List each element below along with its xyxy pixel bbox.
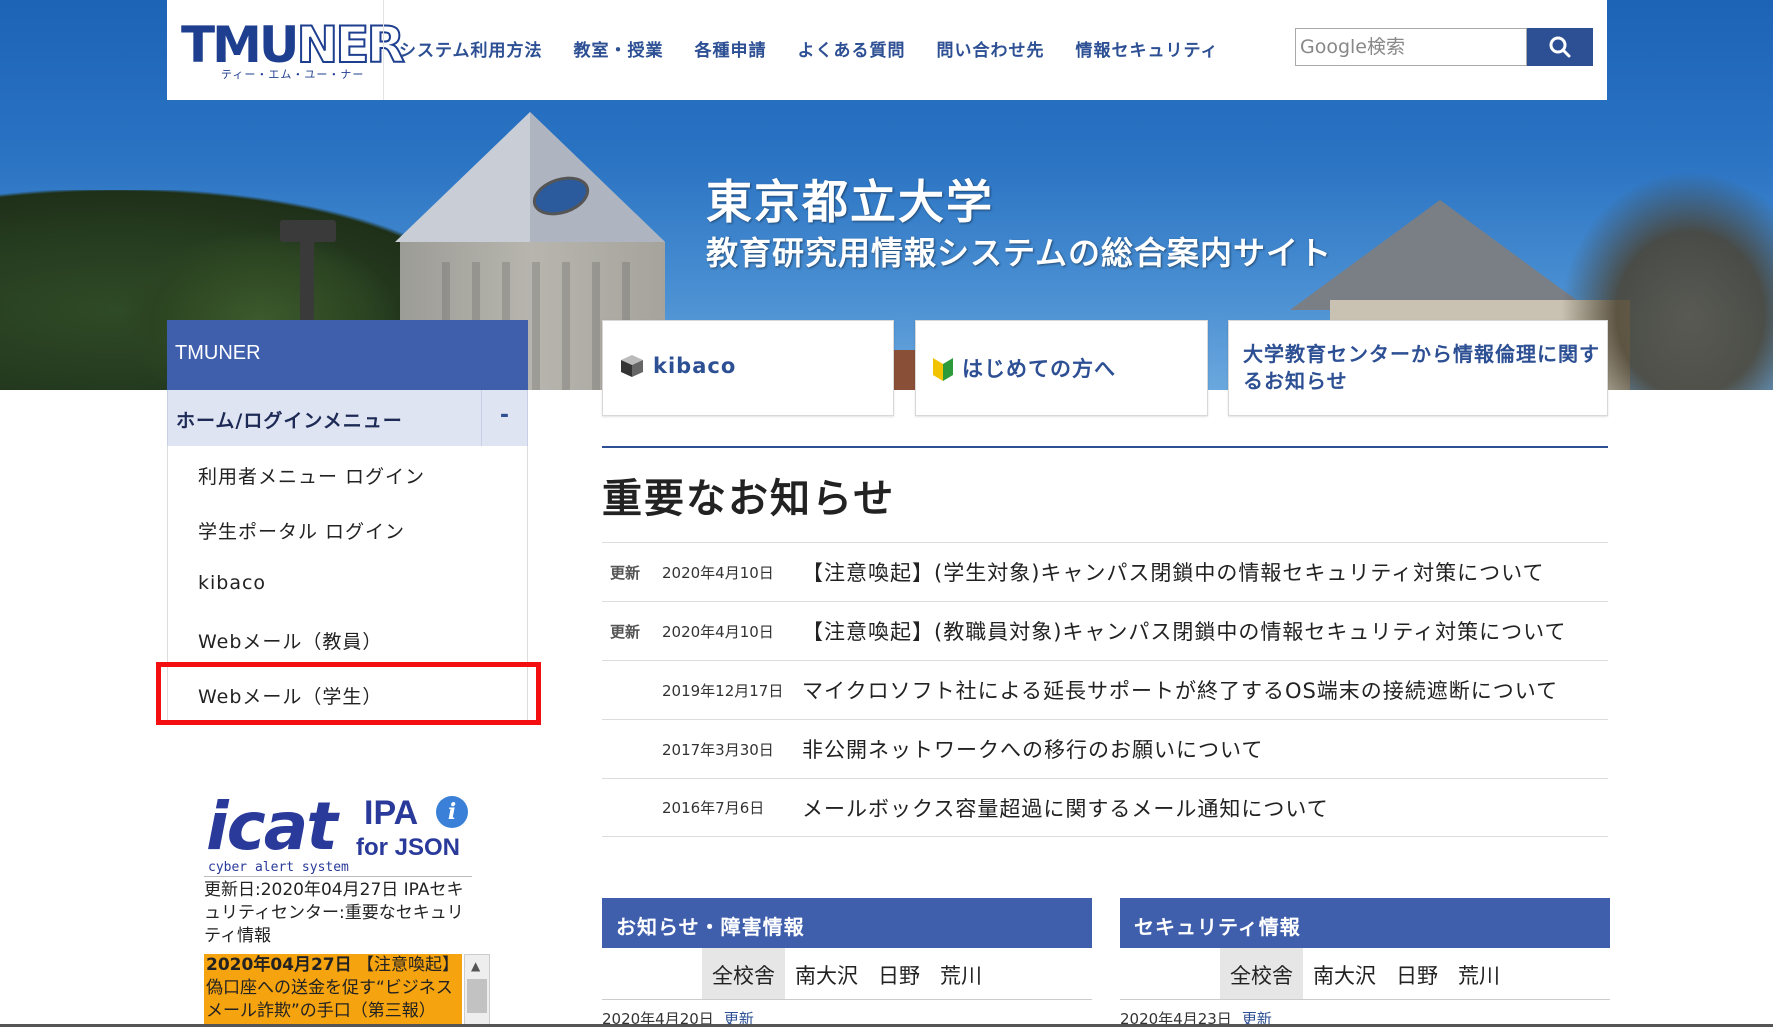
notice-date: 2016年7月6日 [662, 799, 765, 817]
card-kibaco[interactable]: kibaco [602, 320, 894, 416]
icat-logo-ipa: IPA [364, 794, 419, 832]
campus-tabs: 全校舎 南大沢 日野 荒川 [1120, 948, 1610, 1000]
panel-first-entry: 2020年4月23日 更新 [1120, 1000, 1610, 1027]
card-beginners-label: はじめての方へ [962, 357, 1116, 381]
search-box [1295, 28, 1605, 66]
notice-item[interactable]: 更新 2020年4月10日 【注意喚起】(学生対象)キャンパス閉鎖中の情報セキュ… [602, 542, 1608, 601]
collapse-toggle[interactable]: - [481, 390, 527, 446]
search-button[interactable] [1527, 28, 1593, 66]
hero-title: 東京都立大学 [706, 175, 994, 229]
panel-security-info: セキュリティ情報 全校舎 南大沢 日野 荒川 2020年4月23日 更新 [1120, 898, 1610, 1027]
notice-link[interactable]: 非公開ネットワークへの移行のお願いについて [802, 734, 1263, 764]
sidebar-item-webmail-faculty[interactable]: Webメール（教員） [168, 611, 527, 666]
card-ethics-notice[interactable]: 大学教育センターから情報倫理に関するお知らせ [1228, 320, 1608, 416]
tab-all-campus[interactable]: 全校舎 [1220, 948, 1303, 999]
notices-list: 更新 2020年4月10日 【注意喚起】(学生対象)キャンパス閉鎖中の情報セキュ… [602, 542, 1608, 837]
tab-all-campus[interactable]: 全校舎 [702, 948, 785, 999]
notice-tag: 更新 [610, 563, 641, 582]
notice-link[interactable]: 【注意喚起】(学生対象)キャンパス閉鎖中の情報セキュリティ対策について [802, 557, 1545, 587]
notice-date: 2017年3月30日 [662, 740, 774, 759]
card-kibaco-label: kibaco [653, 354, 737, 378]
tab-arakawa[interactable]: 荒川 [1448, 948, 1510, 999]
notice-item[interactable]: 2017年3月30日 非公開ネットワークへの移行のお願いについて [602, 719, 1608, 778]
logo-kana: ティー・エム・ユー・ナー [221, 68, 365, 81]
tab-hino[interactable]: 日野 [1386, 948, 1448, 999]
nav-applications[interactable]: 各種申請 [695, 36, 767, 61]
notice-divider [602, 446, 1608, 448]
beginner-mark-icon [933, 358, 953, 381]
sidebar-item-user-menu-login[interactable]: 利用者メニュー ログイン [168, 446, 527, 501]
notice-link[interactable]: マイクロソフト社による延長サポートが終了するOS端末の接続遮断について [802, 675, 1558, 705]
notice-date: 2020年4月10日 [662, 563, 774, 582]
icat-alert-box: 2020年04月27日 【注意喚起】偽口座への送金を促す“ビジネスメール詐欺”の… [204, 954, 492, 1027]
notice-link[interactable]: 【注意喚起】(教職員対象)キャンパス閉鎖中の情報セキュリティ対策について [802, 616, 1567, 646]
sidebar-home-menu[interactable]: ホーム/ログインメニュー - [167, 390, 528, 446]
icat-logo-tag: cyber alert system [208, 860, 349, 875]
icat-scrollbar[interactable]: ▲ [464, 954, 490, 1027]
icat-logo-json: for JSON [356, 834, 461, 861]
notice-link[interactable]: メールボックス容量超過に関するメール通知について [802, 793, 1329, 823]
tab-hino[interactable]: 日野 [868, 948, 930, 999]
panel-title: お知らせ・障害情報 [602, 898, 1092, 948]
info-icon[interactable]: i [436, 796, 468, 828]
sidebar-item-kibaco[interactable]: kibaco [168, 556, 527, 611]
notice-date: 2019年12月17日 [662, 681, 784, 700]
icat-alert-date: 2020年04月27日 [206, 955, 352, 975]
nav-faq[interactable]: よくある質問 [798, 36, 906, 61]
building-roof-right [1290, 200, 1590, 310]
search-icon [1549, 36, 1571, 58]
nav-contact[interactable]: 問い合わせ先 [937, 36, 1045, 61]
campus-tabs: 全校舎 南大沢 日野 荒川 [602, 948, 1092, 1000]
scroll-up-icon[interactable]: ▲ [471, 959, 480, 973]
sidebar: TMUNER ホーム/ログインメニュー - 利用者メニュー ログイン 学生ポータ… [156, 320, 541, 725]
panel-notices-outages: お知らせ・障害情報 全校舎 南大沢 日野 荒川 2020年4月20日 更新 [602, 898, 1092, 1027]
site-header: TMUNER ティー・エム・ユー・ナー システム利用方法 教室・授業 各種申請 … [167, 0, 1607, 100]
card-beginners[interactable]: はじめての方へ [915, 320, 1208, 416]
notice-item[interactable]: 2016年7月6日 メールボックス容量超過に関するメール通知について [602, 778, 1608, 837]
sidebar-item-webmail-student[interactable]: Webメール（学生） [156, 662, 541, 725]
tab-arakawa[interactable]: 荒川 [930, 948, 992, 999]
sidebar-list: 利用者メニュー ログイン 学生ポータル ログイン kibaco Webメール（教… [156, 446, 541, 725]
tab-minami-osawa[interactable]: 南大沢 [785, 948, 868, 999]
tab-minami-osawa[interactable]: 南大沢 [1303, 948, 1386, 999]
nav-classroom[interactable]: 教室・授業 [574, 36, 664, 61]
header-divider [383, 0, 384, 100]
nav-security[interactable]: 情報セキュリティ [1076, 36, 1219, 61]
notice-item[interactable]: 更新 2020年4月10日 【注意喚起】(教職員対象)キャンパス閉鎖中の情報セキ… [602, 601, 1608, 660]
notice-item[interactable]: 2019年12月17日 マイクロソフト社による延長サポートが終了するOS端末の接… [602, 660, 1608, 719]
notices-title: 重要なお知らせ [602, 476, 896, 522]
hero-subtitle: 教育研究用情報システムの総合案内サイト [706, 234, 1333, 272]
search-input[interactable] [1295, 28, 1527, 66]
icat-meta: 更新日:2020年04月27日 IPAセキュリティセンター:重要なセキュリティ情… [204, 876, 472, 948]
icat-logo[interactable]: icat IPA for JSON cyber alert system i [204, 790, 472, 876]
panel-title: セキュリティ情報 [1120, 898, 1610, 948]
sidebar-title: TMUNER [167, 320, 528, 390]
icat-alert[interactable]: 2020年04月27日 【注意喚起】偽口座への送金を促す“ビジネスメール詐欺”の… [204, 954, 462, 1027]
notice-tag: 更新 [610, 622, 641, 641]
panel-first-entry: 2020年4月20日 更新 [602, 1000, 1092, 1027]
icat-widget: icat IPA for JSON cyber alert system i 更… [204, 790, 490, 1027]
site-logo[interactable]: TMUNER ティー・エム・ユー・ナー [181, 15, 406, 86]
scroll-thumb[interactable] [467, 979, 487, 1013]
card-ethics-label: 大学教育センターから情報倫理に関するお知らせ [1243, 342, 1600, 393]
main-nav: システム利用方法 教室・授業 各種申請 よくある質問 問い合わせ先 情報セキュリ… [399, 36, 1249, 61]
sidebar-home-label: ホーム/ログインメニュー [176, 410, 403, 432]
sidebar-item-student-portal-login[interactable]: 学生ポータル ログイン [168, 501, 527, 556]
cube-icon [621, 355, 643, 377]
nav-system-usage[interactable]: システム利用方法 [399, 36, 543, 61]
icat-logo-main: icat [206, 788, 338, 865]
tower-roof-shade [530, 112, 665, 242]
notice-date: 2020年4月10日 [662, 622, 774, 641]
